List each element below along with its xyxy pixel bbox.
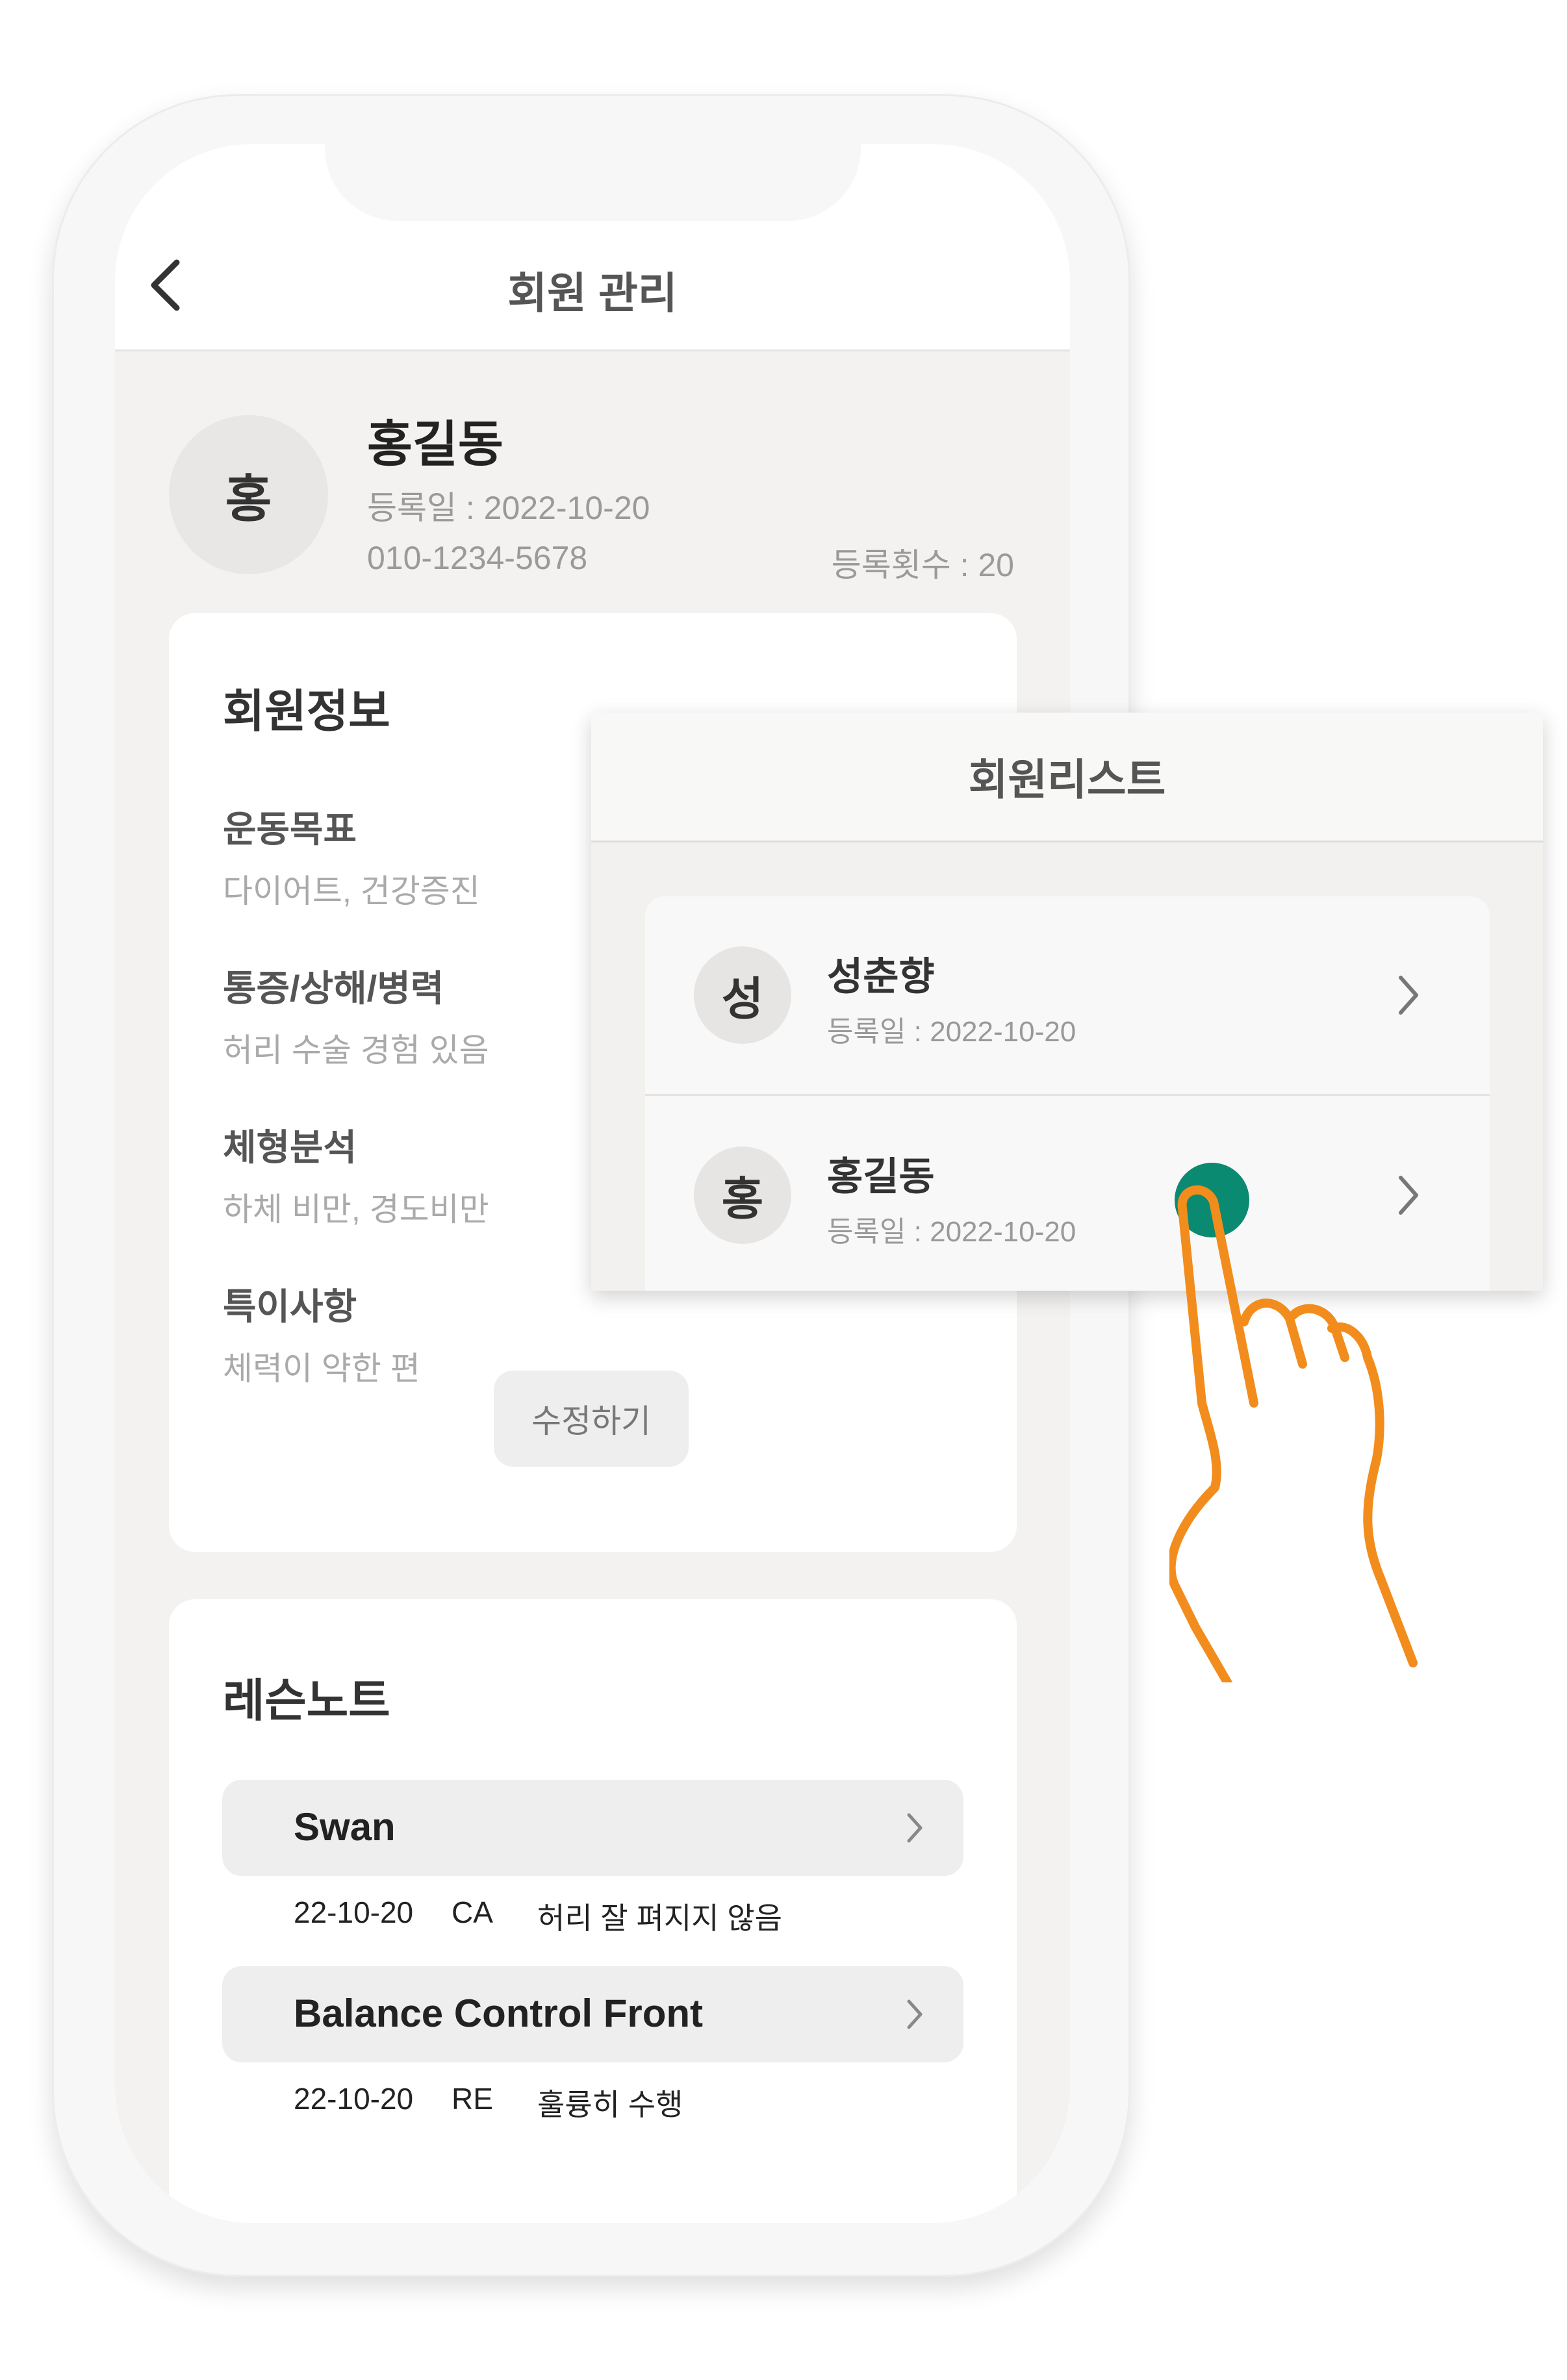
lesson-name: Swan: [294, 1805, 396, 1849]
avatar: 홍: [169, 415, 328, 574]
field-value: 하체 비만, 경도비만: [223, 1191, 489, 1228]
lesson-type: RE: [452, 2082, 493, 2116]
phone-notch: [325, 144, 861, 221]
lesson-comment: 훌륭히 수행: [537, 2088, 683, 2121]
chevron-right-icon: [1399, 976, 1418, 1015]
field-value: 허리 수술 경험 있음: [223, 1032, 489, 1069]
section-title: 회원정보: [223, 686, 390, 737]
list-item-date: 등록일 : 2022-10-20: [827, 1216, 1077, 1248]
member-phone: 010-1234-5678: [367, 540, 588, 576]
field-label: 운동목표: [223, 809, 357, 850]
list-item-name: 성춘향: [827, 955, 935, 998]
member-registration-count: 등록횟수 : 20: [831, 547, 1014, 583]
lesson-meta: 22-10-20 RE 훌륭히 수행: [294, 2081, 943, 2121]
lesson-note-card: 레슨노트 Swan 22-10-20 CA 허리 잘 펴지지 않음 Balanc…: [169, 1599, 1017, 2223]
list-item-date: 등록일 : 2022-10-20: [827, 1016, 1077, 1048]
field-value: 다이어트, 건강증진: [223, 873, 480, 909]
field-label: 통증/상해/병력: [223, 968, 444, 1009]
page-title: 회원 관리: [507, 269, 678, 317]
lesson-date: 22-10-20: [294, 2082, 414, 2116]
member-registered-date: 등록일 : 2022-10-20: [367, 490, 650, 526]
pointing-hand-icon: [1169, 1185, 1418, 1682]
member-name: 홍길동: [367, 417, 503, 472]
lesson-meta: 22-10-20 CA 허리 잘 펴지지 않음: [294, 1895, 943, 1935]
field-label: 체형분석: [223, 1127, 357, 1168]
popup-title: 회원리스트: [968, 755, 1166, 804]
section-title: 레슨노트: [223, 1675, 390, 1726]
lesson-item[interactable]: Swan: [222, 1780, 963, 1876]
list-item-name: 홍길동: [827, 1155, 935, 1198]
list-item[interactable]: 성 성춘향 등록일 : 2022-10-20: [645, 896, 1490, 1094]
lesson-date: 22-10-20: [294, 1895, 414, 1929]
field-value: 체력이 약한 편: [223, 1350, 420, 1387]
lesson-comment: 허리 잘 펴지지 않음: [537, 1901, 782, 1935]
chevron-right-icon: [907, 1813, 923, 1843]
field-label: 특이사항: [223, 1286, 357, 1327]
avatar: 홍: [694, 1146, 791, 1244]
lesson-type: CA: [452, 1895, 493, 1929]
edit-button[interactable]: 수정하기: [494, 1371, 689, 1467]
lesson-name: Balance Control Front: [294, 1992, 704, 2035]
lesson-item[interactable]: Balance Control Front: [222, 1966, 963, 2062]
avatar: 성: [694, 946, 791, 1044]
chevron-right-icon: [907, 1999, 923, 2029]
